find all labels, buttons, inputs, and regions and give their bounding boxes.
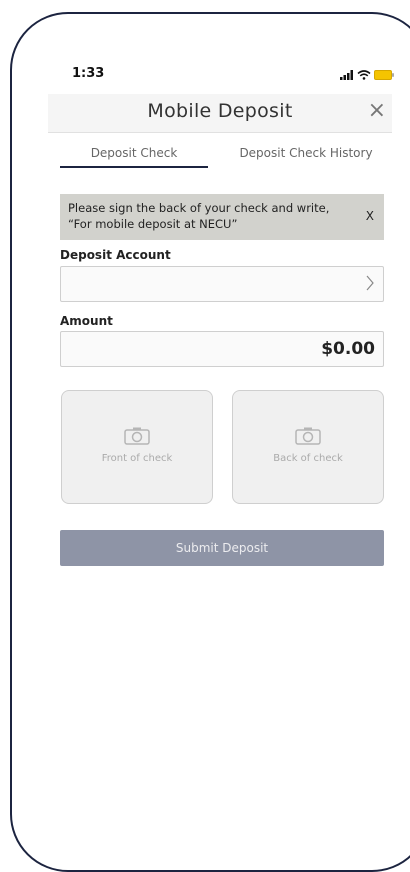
chevron-right-icon: [366, 275, 374, 291]
notice-close-button[interactable]: X: [366, 208, 374, 224]
tab-deposit-check-history[interactable]: Deposit Check History: [220, 134, 392, 170]
notice-banner: Please sign the back of your check and w…: [60, 194, 384, 240]
deposit-account-label: Deposit Account: [60, 248, 171, 262]
status-icons: [340, 68, 394, 82]
wifi-icon: [357, 70, 371, 80]
status-time: 1:33: [72, 66, 105, 81]
close-icon[interactable]: ×: [368, 98, 386, 124]
tab-deposit-check[interactable]: Deposit Check: [48, 134, 220, 170]
tab-bar: Deposit Check Deposit Check History: [48, 134, 392, 170]
status-bar: 1:33: [48, 60, 394, 90]
battery-icon: [374, 70, 394, 80]
back-of-check-button[interactable]: Back of check: [232, 390, 384, 504]
deposit-account-select[interactable]: [60, 266, 384, 302]
front-of-check-label: Front of check: [101, 453, 173, 464]
page-title: Mobile Deposit: [147, 100, 293, 122]
screen: 1:33 Mobile Deposit × Deposit Check Depo…: [48, 60, 410, 834]
back-of-check-label: Back of check: [273, 453, 343, 464]
notice-text: Please sign the back of your check and w…: [68, 201, 330, 231]
amount-value: $0.00: [321, 339, 375, 359]
camera-icon: [124, 427, 150, 445]
front-of-check-button[interactable]: Front of check: [61, 390, 213, 504]
header: Mobile Deposit ×: [48, 94, 392, 133]
amount-label: Amount: [60, 314, 113, 328]
submit-deposit-button[interactable]: Submit Deposit: [60, 530, 384, 566]
signal-icon: [340, 70, 353, 80]
amount-input[interactable]: $0.00: [60, 331, 384, 367]
camera-icon: [295, 427, 321, 445]
